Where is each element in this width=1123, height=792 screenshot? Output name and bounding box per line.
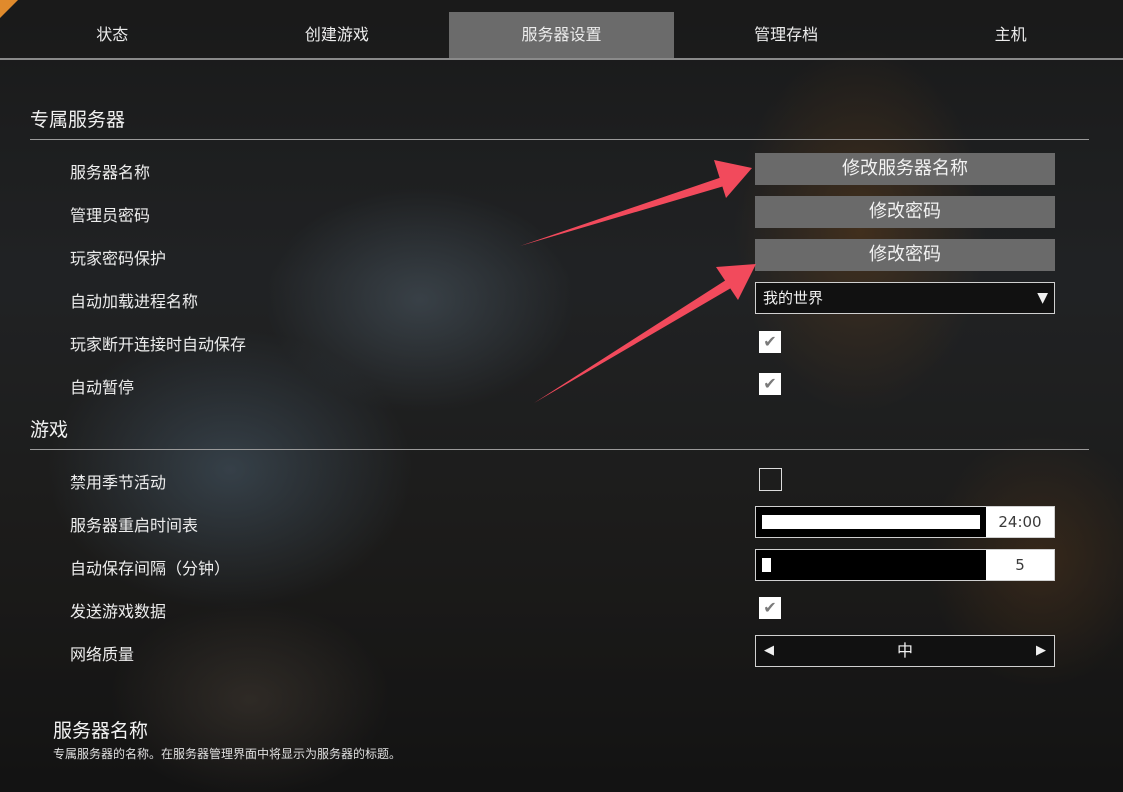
autoload-session-value: 我的世界 [763,289,824,307]
arrow-right-icon[interactable]: ▶ [1031,636,1051,666]
autosave-interval-slider[interactable]: 5 [755,549,1055,581]
slider-fill [762,558,771,572]
description-title: 服务器名称 [53,720,149,742]
slider-track [756,550,986,580]
tab-host[interactable]: 主机 [898,12,1123,58]
autopause-checkbox[interactable]: ✔ [759,373,781,395]
slider-track [756,507,986,537]
autosave-on-disconnect-label: 玩家断开连接时自动保存 [70,335,247,354]
network-quality-label: 网络质量 [70,645,135,664]
change-admin-password-button[interactable]: 修改密码 [755,196,1055,228]
autosave-interval-label: 自动保存间隔（分钟） [70,559,231,578]
background-overlay [0,0,1123,792]
tab-manage-saves[interactable]: 管理存档 [674,12,899,58]
autopause-label: 自动暂停 [70,378,135,397]
autoload-session-dropdown[interactable]: 我的世界 ▼ [755,282,1055,314]
restart-schedule-label: 服务器重启时间表 [70,516,199,535]
change-player-password-button[interactable]: 修改密码 [755,239,1055,271]
disable-seasonal-events-label: 禁用季节活动 [70,473,167,492]
tab-server-settings[interactable]: 服务器设置 [449,12,674,58]
section-divider [30,139,1089,140]
description-text: 专属服务器的名称。在服务器管理界面中将显示为服务器的标题。 [53,747,402,761]
slider-fill [762,515,980,529]
send-game-data-checkbox[interactable]: ✔ [759,597,781,619]
server-name-label: 服务器名称 [70,163,151,182]
admin-password-label: 管理员密码 [70,206,151,225]
autosave-on-disconnect-checkbox[interactable]: ✔ [759,331,781,353]
autosave-interval-value: 5 [986,550,1054,580]
restart-schedule-value: 24:00 [986,507,1054,537]
autoload-session-label: 自动加载进程名称 [70,292,199,311]
disable-seasonal-events-checkbox[interactable] [759,468,782,491]
tab-bar: 状态 创建游戏 服务器设置 管理存档 主机 [0,12,1123,60]
section-title-game: 游戏 [30,419,69,441]
player-password-label: 玩家密码保护 [70,249,167,268]
network-quality-value: 中 [896,641,913,660]
change-server-name-button[interactable]: 修改服务器名称 [755,153,1055,185]
chevron-down-icon: ▼ [1037,290,1048,306]
tab-create-game[interactable]: 创建游戏 [225,12,450,58]
send-game-data-label: 发送游戏数据 [70,602,167,621]
section-title-dedicated-server: 专属服务器 [30,109,126,131]
restart-schedule-slider[interactable]: 24:00 [755,506,1055,538]
network-quality-selector: ◀ 中 ▶ [755,635,1055,667]
section-divider [30,449,1089,450]
arrow-left-icon[interactable]: ◀ [759,636,779,666]
tab-status[interactable]: 状态 [0,12,225,58]
